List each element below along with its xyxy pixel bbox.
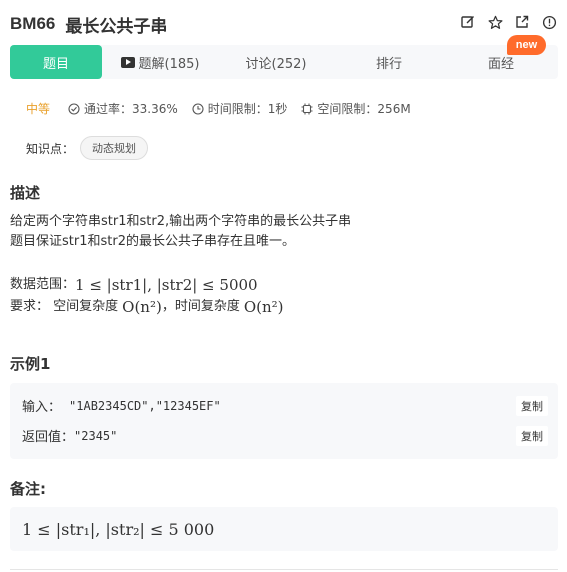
knowledge-tag[interactable]: 动态规划 <box>80 136 149 160</box>
problem-title: 最长公共子串 <box>65 16 168 37</box>
tab-discussion[interactable]: 讨论(252) <box>218 45 334 79</box>
problem-header: BM66 最长公共子串 <box>10 10 557 38</box>
time-limit-text: 时间限制：1秒 <box>207 102 288 116</box>
requirement-label: 要求： 空间复杂度 <box>10 299 119 314</box>
output-label: 返回值： <box>22 430 75 445</box>
time-complexity: O(n²) <box>243 298 284 316</box>
note-math: 1 ≤ |str₁|, |str₂| ≤ 5 000 <box>22 519 215 539</box>
share-icon[interactable] <box>514 14 530 30</box>
divider <box>10 569 558 570</box>
header-icon-bar <box>460 14 557 30</box>
time-limit: 时间限制：1秒 <box>192 100 288 117</box>
note-box: 1 ≤ |str₁|, |str₂| ≤ 5 000 <box>10 507 558 551</box>
example-box: 输入： "1AB2345CD","12345EF" 复制 返回值： "2345"… <box>10 383 558 459</box>
info-icon[interactable] <box>541 14 557 30</box>
description-line-1: 给定两个字符串str1和str2,输出两个字符串的最长公共子串 <box>10 214 352 229</box>
knowledge-points: 知识点： 动态规划 <box>26 136 149 160</box>
problem-id: BM66 <box>10 14 56 33</box>
tab-solutions[interactable]: 题解(185) <box>102 45 218 79</box>
check-circle-icon <box>68 102 80 115</box>
description-title: 描述 <box>10 184 41 202</box>
example-input-row: 输入： "1AB2345CD","12345EF" <box>22 396 221 416</box>
input-label: 输入： <box>22 400 62 415</box>
tab-bar: 题目 题解(185) 讨论(252) 排行 面经 <box>10 45 558 79</box>
problem-meta: 中等 通过率：33.36% 时间限制：1秒 空间限制：256M <box>26 100 425 117</box>
requirement-mid: ，时间复杂度 <box>161 299 240 314</box>
tab-problem[interactable]: 题目 <box>10 45 102 79</box>
example-output-row: 返回值： "2345" <box>22 426 117 446</box>
constraints: 数据范围： 1 ≤ |str1|, |str2| ≤ 5000 要求： 空间复杂… <box>10 274 284 318</box>
chip-icon <box>301 103 313 114</box>
description-line-2: 题目保证str1和str2的最长公共子串存在且唯一。 <box>10 234 295 249</box>
description-body: 给定两个字符串str1和str2,输出两个字符串的最长公共子串 题目保证str1… <box>10 212 351 252</box>
note-title: 备注: <box>10 480 46 498</box>
range-label: 数据范围： <box>10 277 76 292</box>
space-limit: 空间限制：256M <box>301 100 411 117</box>
copy-output-button[interactable]: 复制 <box>516 426 548 446</box>
output-value[interactable]: "2345" <box>74 429 117 443</box>
space-limit-text: 空间限制：256M <box>317 102 411 116</box>
space-complexity: O(n²) <box>122 298 162 316</box>
edit-icon[interactable] <box>460 14 476 30</box>
video-icon <box>120 56 135 68</box>
star-icon[interactable] <box>487 14 503 30</box>
input-value[interactable]: "1AB2345CD","12345EF" <box>69 399 221 413</box>
new-badge: new <box>507 35 546 55</box>
pass-rate-text: 通过率：33.36% <box>84 102 178 116</box>
copy-input-button[interactable]: 复制 <box>516 396 548 416</box>
tab-ranking[interactable]: 排行 <box>334 45 444 79</box>
pass-rate: 通过率：33.36% <box>68 100 178 117</box>
tab-solutions-label: 题解(185) <box>138 56 200 72</box>
knowledge-label: 知识点： <box>26 141 75 156</box>
difficulty-label: 中等 <box>26 102 51 116</box>
example-title: 示例1 <box>10 355 51 373</box>
clock-icon <box>192 102 204 115</box>
range-math: 1 ≤ |str1|, |str2| ≤ 5000 <box>75 276 258 294</box>
